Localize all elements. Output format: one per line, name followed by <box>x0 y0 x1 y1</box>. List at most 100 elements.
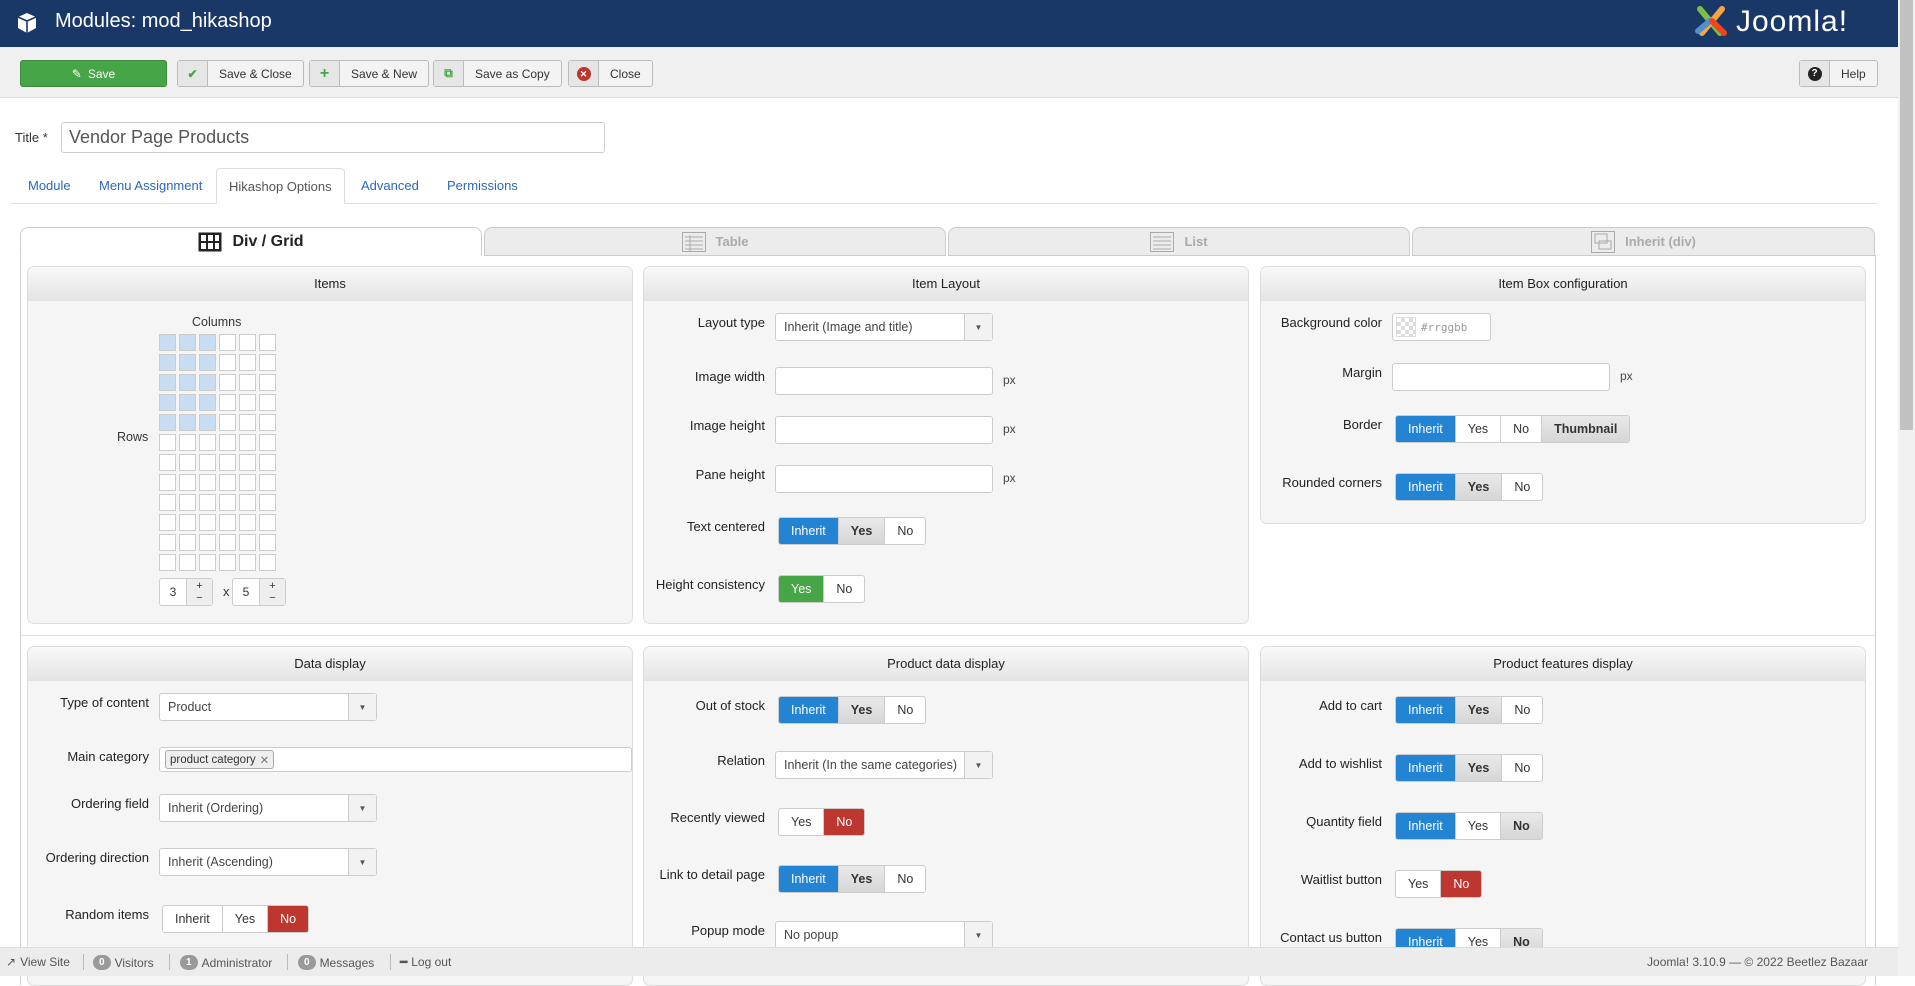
view-site-link[interactable]: ↗ View Site <box>6 955 70 969</box>
grid-cell[interactable] <box>159 334 176 351</box>
option-no[interactable]: No <box>1502 755 1542 781</box>
grid-cell[interactable] <box>219 494 236 511</box>
option-inherit[interactable]: Inherit <box>1396 474 1456 500</box>
grid-cell[interactable] <box>199 334 216 351</box>
option-inherit[interactable]: Inherit <box>1396 697 1456 723</box>
grid-cell[interactable] <box>219 474 236 491</box>
grid-cell[interactable] <box>199 394 216 411</box>
grid-cell[interactable] <box>239 374 256 391</box>
tab-module[interactable]: Module <box>16 168 83 204</box>
grid-cell[interactable] <box>199 454 216 471</box>
option-no[interactable]: No <box>1502 474 1542 500</box>
image-width-input[interactable] <box>775 367 993 395</box>
background-color-input[interactable]: #rrggbb <box>1392 313 1491 341</box>
ordering-field-select[interactable]: Inherit (Ordering) ▼ <box>159 794 377 822</box>
grid-cell[interactable] <box>179 394 196 411</box>
grid-cell[interactable] <box>179 454 196 471</box>
grid-cell[interactable] <box>159 374 176 391</box>
option-yes[interactable]: Yes <box>838 518 886 544</box>
grid-cell[interactable] <box>179 554 196 571</box>
grid-cell[interactable] <box>259 394 276 411</box>
option-inherit[interactable]: Inherit <box>163 906 223 932</box>
grid-cell[interactable] <box>259 534 276 551</box>
grid-cell[interactable] <box>259 474 276 491</box>
option-yes[interactable]: Yes <box>838 697 886 723</box>
grid-cell[interactable] <box>179 434 196 451</box>
option-yes[interactable]: Yes <box>1396 871 1442 897</box>
grid-cell[interactable] <box>179 354 196 371</box>
grid-cell[interactable] <box>239 394 256 411</box>
grid-cell[interactable] <box>179 494 196 511</box>
option-yes[interactable]: Yes <box>779 809 825 835</box>
layout-tab-list[interactable]: List <box>948 227 1410 256</box>
grid-cell[interactable] <box>179 334 196 351</box>
grid-cell[interactable] <box>199 514 216 531</box>
grid-cell[interactable] <box>199 494 216 511</box>
option-yes[interactable]: Yes <box>223 906 269 932</box>
option-yes[interactable]: Yes <box>779 576 825 602</box>
option-inherit[interactable]: Inherit <box>779 866 839 892</box>
save-copy-button[interactable]: ⧉ Save as Copy <box>433 60 562 87</box>
option-yes[interactable]: Yes <box>838 866 886 892</box>
grid-cell[interactable] <box>239 554 256 571</box>
save-close-button[interactable]: ✔ Save & Close <box>177 60 304 87</box>
grid-cell[interactable] <box>159 414 176 431</box>
option-inherit[interactable]: Inherit <box>1396 416 1456 442</box>
tab-advanced[interactable]: Advanced <box>349 168 431 204</box>
grid-size-picker[interactable] <box>159 334 279 574</box>
grid-cell[interactable] <box>159 354 176 371</box>
grid-cell[interactable] <box>219 374 236 391</box>
grid-cell[interactable] <box>159 474 176 491</box>
grid-cell[interactable] <box>259 434 276 451</box>
type-of-content-select[interactable]: Product ▼ <box>159 693 377 721</box>
grid-cell[interactable] <box>179 414 196 431</box>
grid-cell[interactable] <box>219 354 236 371</box>
layout-tab-inherit[interactable]: Inherit (div) <box>1412 227 1875 256</box>
grid-cell[interactable] <box>159 454 176 471</box>
option-no[interactable]: No <box>824 576 864 602</box>
save-new-button[interactable]: + Save & New <box>309 60 430 87</box>
option-no[interactable]: No <box>1441 871 1482 897</box>
visitors-link[interactable]: 0 Visitors <box>93 955 154 970</box>
option-no[interactable]: No <box>1501 813 1542 839</box>
help-button[interactable]: ? Help <box>1799 60 1878 87</box>
grid-cell[interactable] <box>159 434 176 451</box>
layout-type-select[interactable]: Inherit (Image and title) ▼ <box>775 313 993 341</box>
remove-tag-icon[interactable]: ✕ <box>260 753 270 767</box>
option-inherit[interactable]: Inherit <box>779 518 839 544</box>
grid-cell[interactable] <box>179 374 196 391</box>
close-button[interactable]: ✕ Close <box>568 60 653 87</box>
grid-cell[interactable] <box>199 414 216 431</box>
grid-cell[interactable] <box>159 514 176 531</box>
image-height-input[interactable] <box>775 416 993 444</box>
tab-hikashop-options[interactable]: Hikashop Options <box>216 168 345 204</box>
grid-cell[interactable] <box>179 534 196 551</box>
grid-cell[interactable] <box>199 374 216 391</box>
grid-cell[interactable] <box>239 454 256 471</box>
grid-cell[interactable] <box>239 534 256 551</box>
margin-input[interactable] <box>1392 363 1610 391</box>
logout-link[interactable]: ━ Log out <box>400 955 451 969</box>
option-yes[interactable]: Yes <box>1456 416 1502 442</box>
option-yes[interactable]: Yes <box>1455 474 1503 500</box>
grid-cell[interactable] <box>219 454 236 471</box>
option-inherit[interactable]: Inherit <box>1396 755 1456 781</box>
grid-cell[interactable] <box>199 354 216 371</box>
grid-cell[interactable] <box>199 474 216 491</box>
color-swatch-icon[interactable] <box>1396 317 1416 337</box>
grid-cell[interactable] <box>259 354 276 371</box>
grid-cell[interactable] <box>259 374 276 391</box>
pane-height-input[interactable] <box>775 465 993 493</box>
administrator-link[interactable]: 1 Administrator <box>180 955 272 970</box>
save-button[interactable]: ✎ Save <box>20 60 167 87</box>
grid-cell[interactable] <box>199 434 216 451</box>
option-inherit[interactable]: Inherit <box>1396 813 1456 839</box>
grid-cell[interactable] <box>159 554 176 571</box>
grid-cell[interactable] <box>219 394 236 411</box>
layout-tab-div-grid[interactable]: Div / Grid <box>20 227 482 256</box>
columns-stepper[interactable]: 3 + − <box>159 578 213 606</box>
grid-cell[interactable] <box>239 494 256 511</box>
grid-cell[interactable] <box>199 554 216 571</box>
grid-cell[interactable] <box>219 414 236 431</box>
option-no[interactable]: No <box>1502 697 1542 723</box>
